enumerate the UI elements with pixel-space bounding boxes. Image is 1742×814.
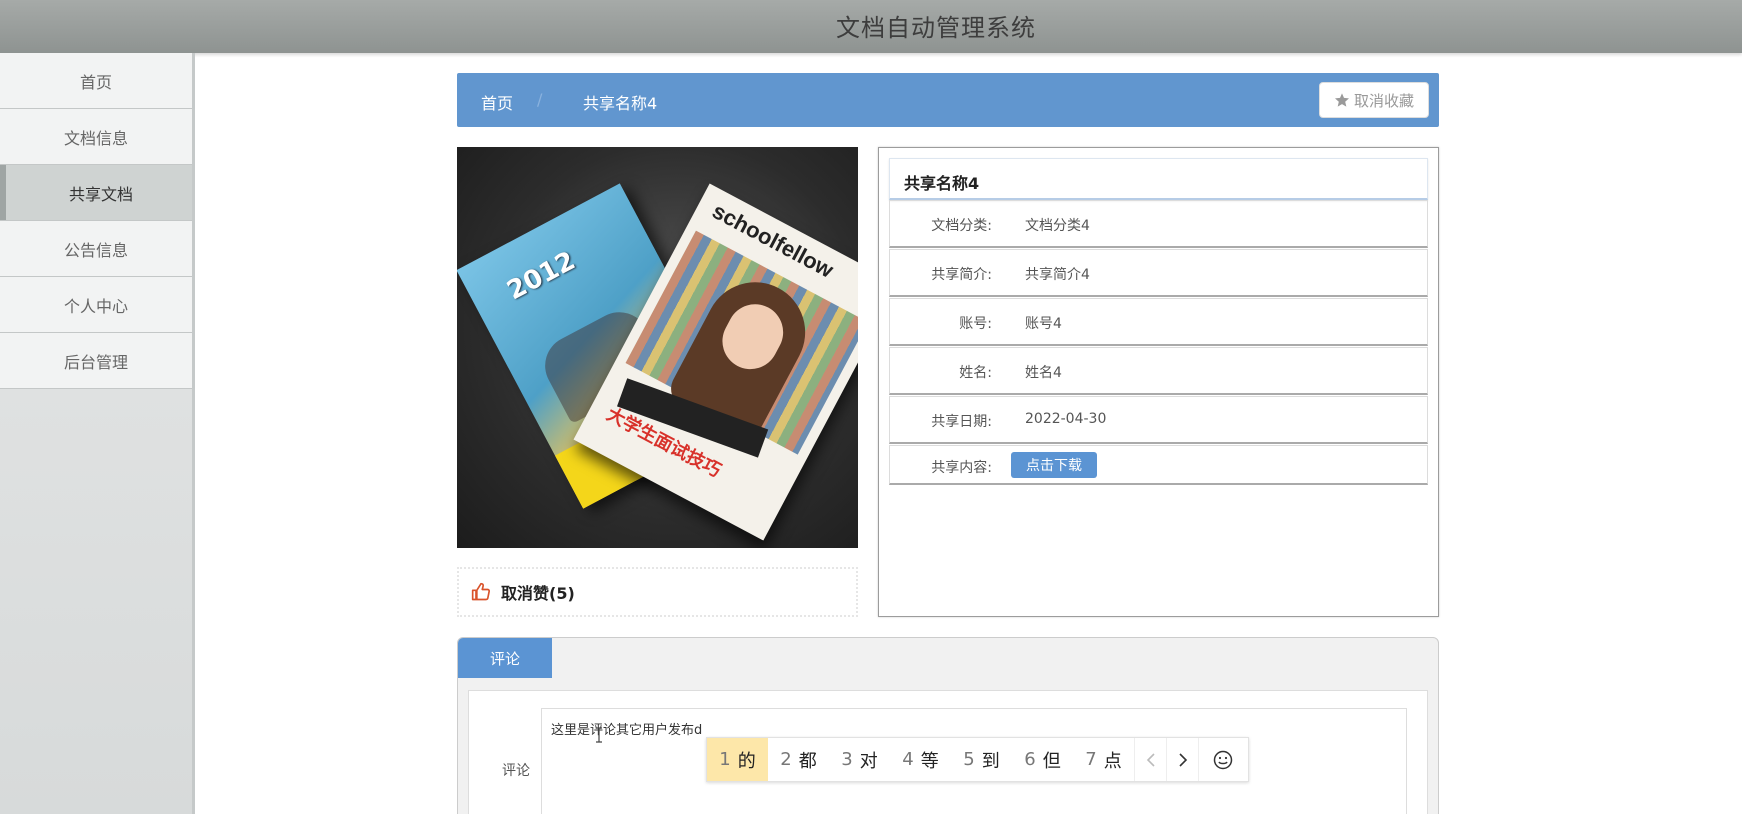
ime-candidate-word: 对 [859,750,878,772]
tab-comments[interactable]: 评论 [458,638,552,678]
sidebar-item-label: 首页 [79,72,112,92]
document-detail-panel: 共享名称4 文档分类: 文档分类4 共享简介: 共享简介4 账号: 账号4 姓名… [878,147,1439,617]
detail-key: 共享内容: [931,460,992,476]
breadcrumb-home-link[interactable]: 首页 [481,90,513,114]
detail-row-account: 账号: 账号4 [889,298,1428,346]
ime-candidate-number: 3 [841,749,853,770]
sidebar-item-label: 公告信息 [63,240,128,260]
sidebar-item-admin[interactable]: 后台管理 [0,333,192,389]
ime-candidate-number: 1 [719,749,731,770]
ime-candidate-word: 都 [798,750,817,772]
sidebar-item-label: 后台管理 [63,352,128,372]
sidebar-item-shared-docs[interactable]: 共享文档 [0,165,192,221]
ime-candidate[interactable]: 5到 [951,738,1012,781]
sidebar-item-documents[interactable]: 文档信息 [0,109,192,165]
ime-candidate-word: 点 [1103,750,1122,772]
document-cover-image: 2012 schoolfellow 大学生面试技巧 [457,147,858,548]
unfavorite-label: 取消收藏 [1353,91,1414,110]
detail-title: 共享名称4 [889,158,1428,200]
detail-value: 2022-04-30 [1025,411,1107,427]
detail-key: 姓名: [959,365,992,381]
ime-candidate-word: 的 [737,750,756,772]
sidebar-item-label: 文档信息 [63,128,128,148]
ime-candidate-number: 5 [963,749,975,770]
ime-candidate-number: 2 [780,749,792,770]
like-label: 取消赞(5) [501,584,575,603]
ime-candidate-bar: 1的 2都 3对 4等 5到 6但 7点 [706,737,1249,782]
detail-value: 共享简介4 [1025,267,1090,283]
ime-candidate-number: 7 [1085,749,1097,770]
detail-row-content: 共享内容: 点击下载 [889,445,1428,485]
ime-candidate[interactable]: 2都 [768,738,829,781]
comment-field-label: 评论 [502,763,530,779]
chevron-left-icon[interactable] [1134,738,1166,781]
like-button[interactable]: 取消赞(5) [457,567,858,617]
detail-row-category: 文档分类: 文档分类4 [889,200,1428,248]
sidebar-item-label: 个人中心 [63,296,128,316]
detail-key: 账号: [959,316,992,332]
detail-value: 账号4 [1025,316,1062,332]
detail-key: 共享简介: [931,267,992,283]
magazine-left-year: 2012 [502,245,581,307]
detail-key: 文档分类: [931,218,992,234]
detail-row-summary: 共享简介: 共享简介4 [889,249,1428,297]
ime-candidate[interactable]: 3对 [829,738,890,781]
breadcrumb-current: 共享名称4 [583,94,658,113]
ime-candidate-number: 6 [1024,749,1036,770]
sidebar-item-profile[interactable]: 个人中心 [0,277,192,333]
ime-candidate-word: 等 [920,750,939,772]
app-header: 文档自动管理系统 [0,0,1742,53]
app-title: 文档自动管理系统 [836,14,1036,42]
detail-row-date: 共享日期: 2022-04-30 [889,396,1428,444]
thumbs-up-icon [471,582,491,601]
ime-candidate[interactable]: 6但 [1012,738,1073,781]
star-icon [1334,93,1349,107]
sidebar-item-announcements[interactable]: 公告信息 [0,221,192,277]
ime-candidate-word: 到 [981,750,1000,772]
ime-candidate-word: 但 [1042,750,1061,772]
ime-candidate[interactable]: 4等 [890,738,951,781]
detail-key: 共享日期: [931,414,992,430]
ime-candidate-number: 4 [902,749,914,770]
text-cursor-icon [596,727,602,743]
breadcrumb: 首页 / 共享名称4 取消收藏 [457,73,1439,127]
unfavorite-button[interactable]: 取消收藏 [1319,82,1429,118]
smiley-icon[interactable] [1198,738,1246,781]
ime-candidate[interactable]: 7点 [1073,738,1134,781]
sidebar-item-label: 共享文档 [68,184,133,204]
detail-value: 姓名4 [1025,365,1062,381]
download-button[interactable]: 点击下载 [1011,452,1097,478]
ime-candidate[interactable]: 1的 [707,738,768,781]
detail-value: 文档分类4 [1025,218,1090,234]
chevron-right-icon[interactable] [1166,738,1198,781]
sidebar-item-home[interactable]: 首页 [0,53,192,109]
breadcrumb-separator: / [537,90,543,109]
detail-row-name: 姓名: 姓名4 [889,347,1428,395]
sidebar: 首页 文档信息 共享文档 公告信息 个人中心 后台管理 [0,53,195,814]
